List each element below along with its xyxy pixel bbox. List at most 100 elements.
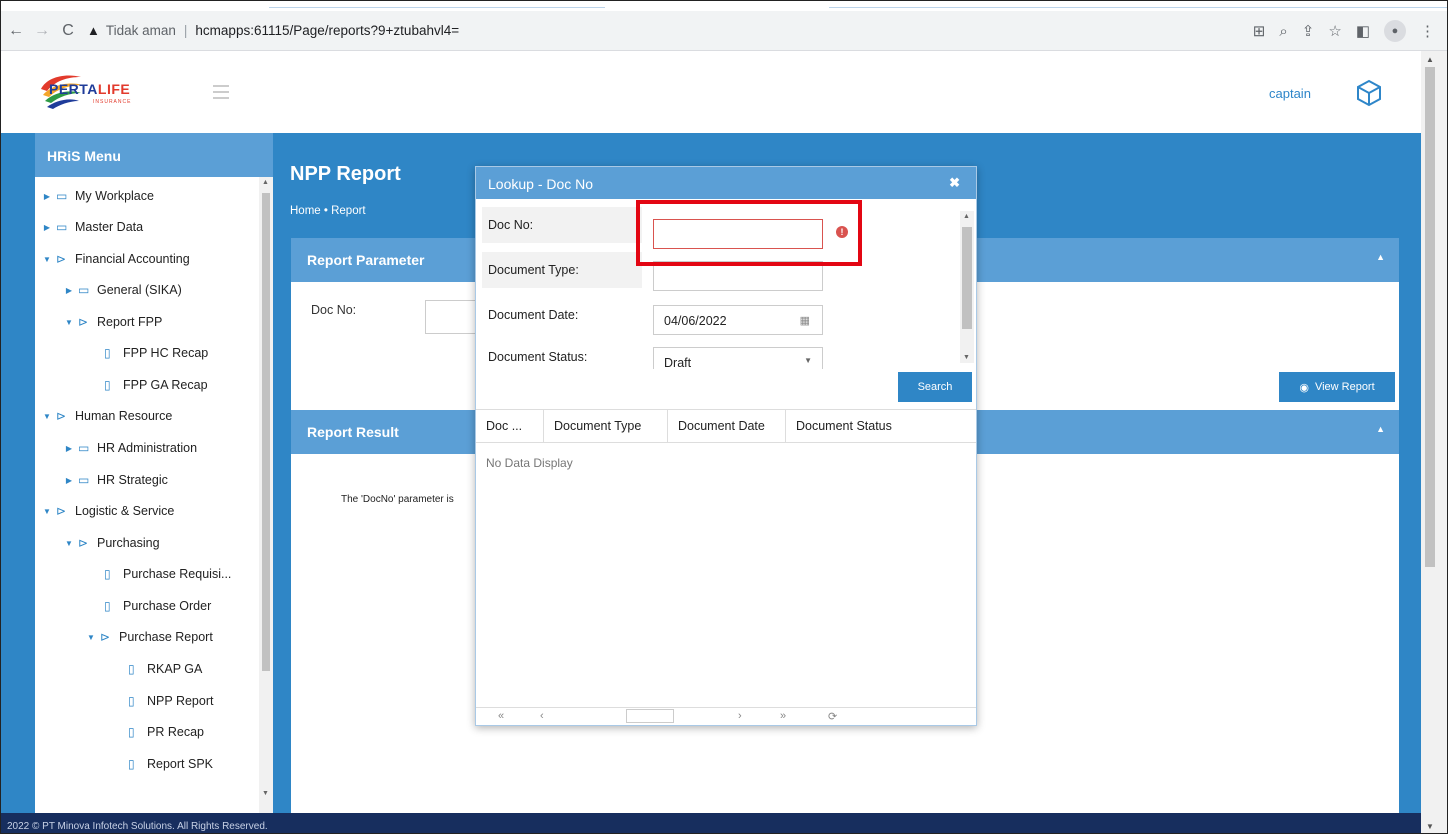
column-document-date[interactable]: Document Date xyxy=(668,410,786,442)
lookup-doc-status-label: Document Status: xyxy=(482,339,642,369)
eye-icon: ◉ xyxy=(1299,381,1309,394)
folder-open-icon: ⊳ xyxy=(78,314,89,329)
url-text: hcmapps:61115/Page/reports?9+ztubahvl4= xyxy=(195,23,460,38)
column-document-type[interactable]: Document Type xyxy=(544,410,668,442)
hamburger-icon[interactable] xyxy=(213,85,229,103)
file-icon: ▯ xyxy=(104,598,111,613)
breadcrumb: Home • Report xyxy=(290,205,366,217)
file-icon: ▯ xyxy=(104,377,111,392)
security-label: Tidak aman xyxy=(105,23,176,38)
first-page-icon[interactable]: « xyxy=(498,710,504,722)
sidebar-scrollbar[interactable]: ▲ ▼ xyxy=(259,177,273,813)
footer: 2022 © PT Minova Infotech Solutions. All… xyxy=(1,813,1421,833)
translate-icon[interactable]: ⊞ xyxy=(1253,22,1266,40)
caret-right-icon: ▶ xyxy=(65,285,73,295)
sidebar-item-rkap-ga[interactable]: ▯ RKAP GA xyxy=(125,657,202,681)
back-icon[interactable]: ← xyxy=(5,20,27,42)
page-scrollbar[interactable]: ▲ ▼ xyxy=(1421,51,1447,833)
sidebar-item-purchase-report[interactable]: ▼ ⊳ Purchase Report xyxy=(85,625,213,649)
dialog-title: Lookup - Doc No xyxy=(488,176,594,192)
caret-right-icon: ▶ xyxy=(43,191,51,201)
caret-down-icon: ▼ xyxy=(65,538,73,548)
column-document-status[interactable]: Document Status xyxy=(786,410,976,442)
collapse-icon[interactable]: ▲ xyxy=(1376,424,1385,434)
calendar-icon[interactable]: ▦ xyxy=(800,314,810,327)
star-icon[interactable]: ☆ xyxy=(1328,22,1341,40)
folder-open-icon: ⊳ xyxy=(56,503,67,518)
sidebar-item-purchase-requisition[interactable]: ▯ Purchase Requisi... xyxy=(101,562,231,586)
breadcrumb-home[interactable]: Home xyxy=(290,205,321,217)
sidebar-item-master-data[interactable]: ▶ ▭ Master Data xyxy=(41,215,143,239)
report-message: The 'DocNo' parameter is xyxy=(341,494,454,505)
folder-icon: ▭ xyxy=(78,472,90,487)
highlight-box xyxy=(636,200,862,266)
menu-icon[interactable]: ⋮ xyxy=(1420,22,1435,40)
sidebar-item-fpp-hc-recap[interactable]: ▯ FPP HC Recap xyxy=(101,341,208,365)
folder-icon: ▭ xyxy=(78,282,90,297)
sidebar-item-report-spk[interactable]: ▯ Report SPK xyxy=(125,752,213,776)
breadcrumb-current: Report xyxy=(331,205,366,217)
sidebar-item-fpp-ga-recap[interactable]: ▯ FPP GA Recap xyxy=(101,373,208,397)
sidebar-item-logistic-service[interactable]: ▼ ⊳ Logistic & Service xyxy=(41,499,174,523)
profile-avatar[interactable]: ● xyxy=(1384,20,1406,42)
logo-text: PERTALIFE xyxy=(49,81,131,97)
sidebar: HRiS Menu ▶ ▭ My Workplace ▶ ▭ Master Data ▼… xyxy=(35,133,273,813)
file-icon: ▯ xyxy=(128,724,135,739)
page-number-input[interactable] xyxy=(626,709,674,723)
refresh-icon[interactable]: ⟳ xyxy=(828,710,837,723)
close-icon[interactable]: ✖ xyxy=(949,175,960,191)
address-bar[interactable]: ▲ Tidak aman | hcmapps:61115/Page/report… xyxy=(87,16,459,46)
lookup-doc-type-label: Document Type: xyxy=(482,252,642,288)
caret-down-icon: ▼ xyxy=(87,632,95,642)
sidebar-item-report-fpp[interactable]: ▼ ⊳ Report FPP xyxy=(63,310,162,334)
sidebar-item-purchase-order[interactable]: ▯ Purchase Order xyxy=(101,594,211,618)
sidebar-item-hr-administration[interactable]: ▶ ▭ HR Administration xyxy=(63,436,197,460)
folder-icon: ▭ xyxy=(56,188,68,203)
sidebar-item-purchasing[interactable]: ▼ ⊳ Purchasing xyxy=(63,531,160,555)
folder-icon: ▭ xyxy=(56,219,68,234)
search-button[interactable]: Search xyxy=(898,372,972,402)
caret-down-icon: ▼ xyxy=(43,506,51,516)
reload-icon[interactable]: C xyxy=(57,20,79,42)
sidebar-item-npp-report[interactable]: ▯ NPP Report xyxy=(125,689,213,713)
forward-icon[interactable]: → xyxy=(31,20,53,42)
dialog-header[interactable]: Lookup - Doc No ✖ xyxy=(476,167,976,199)
file-icon: ▯ xyxy=(128,661,135,676)
lookup-doc-date-input[interactable]: 04/06/2022 ▦ xyxy=(653,305,823,335)
cube-icon[interactable] xyxy=(1355,79,1383,107)
sidebar-item-my-workplace[interactable]: ▶ ▭ My Workplace xyxy=(41,184,154,208)
sidebar-item-financial-accounting[interactable]: ▼ ⊳ Financial Accounting xyxy=(41,247,190,271)
folder-open-icon: ⊳ xyxy=(56,251,67,266)
column-doc-no[interactable]: Doc ... xyxy=(476,410,544,442)
browser-toolbar: ← → C ▲ Tidak aman | hcmapps:61115/Page/… xyxy=(1,11,1447,51)
lookup-doc-no-label: Doc No: xyxy=(482,207,642,243)
chevron-down-icon: ▼ xyxy=(804,356,812,365)
prev-page-icon[interactable]: ‹ xyxy=(540,710,544,722)
zoom-icon[interactable]: ⌕ xyxy=(1279,23,1287,40)
user-name[interactable]: captain xyxy=(1269,86,1311,101)
sidebar-item-general-sika[interactable]: ▶ ▭ General (SIKA) xyxy=(63,278,182,302)
empty-grid-text: No Data Display xyxy=(486,456,573,470)
caret-down-icon: ▼ xyxy=(65,317,73,327)
form-scrollbar[interactable]: ▲ ▼ xyxy=(960,211,974,363)
folder-open-icon: ⊳ xyxy=(100,629,111,644)
file-icon: ▯ xyxy=(128,693,135,708)
doc-no-label: Doc No: xyxy=(311,303,357,317)
sidebar-tree: ▶ ▭ My Workplace ▶ ▭ Master Data ▼ ⊳ Financial… xyxy=(35,177,273,813)
view-report-button[interactable]: ◉ View Report xyxy=(1279,372,1395,402)
last-page-icon[interactable]: » xyxy=(780,710,786,722)
lookup-doc-status-select[interactable]: Draft ▼ xyxy=(653,347,823,369)
collapse-icon[interactable]: ▲ xyxy=(1376,252,1385,262)
folder-open-icon: ⊳ xyxy=(56,408,67,423)
grid-pager: « ‹ › » ⟳ xyxy=(476,707,976,725)
file-icon: ▯ xyxy=(104,566,111,581)
sidebar-item-human-resource[interactable]: ▼ ⊳ Human Resource xyxy=(41,404,172,428)
lookup-grid-header: Doc ... Document Type Document Date Docu… xyxy=(476,409,976,443)
sidepanel-icon[interactable]: ◧ xyxy=(1356,22,1370,40)
next-page-icon[interactable]: › xyxy=(738,710,742,722)
share-icon[interactable]: ⇪ xyxy=(1302,22,1315,40)
caret-right-icon: ▶ xyxy=(65,475,73,485)
sidebar-item-pr-recap[interactable]: ▯ PR Recap xyxy=(125,720,204,744)
caret-right-icon: ▶ xyxy=(43,222,51,232)
sidebar-item-hr-strategic[interactable]: ▶ ▭ HR Strategic xyxy=(63,468,168,492)
